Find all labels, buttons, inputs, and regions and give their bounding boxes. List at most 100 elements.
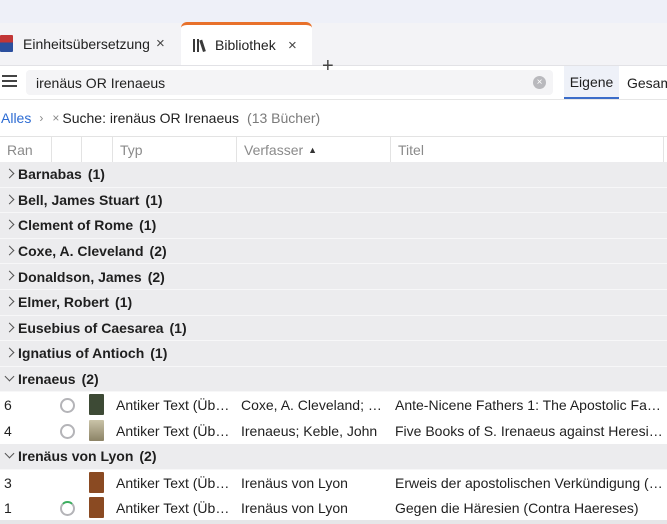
cover-thumbnail (89, 420, 104, 442)
list-item[interactable]: 1 Antiker Text (Übersetzung) Irenäus von… (0, 495, 667, 522)
scope-all-tab[interactable]: Gesam (627, 66, 667, 99)
chevron-right-icon (4, 270, 15, 281)
cover-thumbnail (89, 394, 104, 416)
column-author[interactable]: Verfasser ▲ (237, 137, 391, 163)
breadcrumb-query: Suche: irenäus OR Irenaeus (62, 110, 240, 126)
horizontal-scrollbar[interactable] (0, 520, 667, 524)
chevron-right-icon (4, 194, 15, 205)
group-name: Eusebius of Caesarea (18, 319, 164, 336)
book-icon (0, 35, 13, 52)
item-rank: 1 (4, 500, 12, 517)
item-title: Ante-Nicene Fathers 1: The Apostolic Fat… (395, 397, 663, 414)
scope-own-tab[interactable]: Eigene (564, 66, 619, 99)
group-count: (2) (149, 243, 167, 260)
tab-label: Bibliothek (215, 37, 276, 53)
chevron-right-icon (4, 245, 15, 256)
library-icon (193, 39, 209, 52)
item-rank: 3 (4, 474, 12, 491)
chevron-right-icon (4, 322, 15, 333)
item-type: Antiker Text (Übersetzung) (116, 423, 234, 440)
remove-filter-icon[interactable]: × (52, 111, 59, 125)
group-count: (1) (169, 319, 187, 336)
column-author-label: Verfasser (244, 142, 304, 158)
group-name: Donaldson, James (18, 268, 142, 285)
status-icon (60, 398, 75, 414)
item-type: Antiker Text (Übersetzung) (116, 500, 234, 517)
list-item[interactable]: 3 Antiker Text (Übersetzung) Irenäus von… (0, 469, 667, 496)
tab-einheitsuebersetzung[interactable]: Einheitsübersetzung × (0, 23, 181, 65)
chevron-right-icon (4, 347, 15, 358)
chevron-right-icon (4, 296, 15, 307)
status-icon (60, 501, 75, 517)
group-name: Ignatius of Antioch (18, 345, 145, 362)
item-author: Irenaeus; Keble, John (241, 423, 378, 440)
window-top-strip (0, 0, 667, 23)
chevron-right-icon (4, 219, 15, 230)
item-title: Five Books of S. Irenaeus against Heresi… (395, 423, 663, 440)
group-row[interactable]: Clement of Rome (1) (0, 213, 667, 239)
group-name: Irenäus von Lyon (18, 448, 134, 465)
column-cover[interactable] (82, 137, 113, 163)
chevron-right-icon (4, 168, 15, 179)
group-row[interactable]: Irenäus von Lyon (2) (0, 443, 667, 470)
group-row[interactable]: Irenaeus (2) (0, 366, 667, 393)
group-name: Bell, James Stuart (18, 191, 140, 208)
group-count: (1) (87, 166, 105, 183)
chevron-down-icon (4, 448, 15, 459)
group-row[interactable]: Barnabas (1) (0, 162, 667, 188)
column-title[interactable]: Titel (391, 137, 664, 163)
tab-label: Einheitsübersetzung (23, 36, 150, 52)
item-type: Antiker Text (Übersetzung) (116, 474, 234, 491)
group-name: Clement of Rome (18, 217, 134, 234)
item-rank: 6 (4, 397, 12, 414)
result-count: (13 Bücher) (247, 110, 321, 126)
group-row[interactable]: Elmer, Robert (1) (0, 289, 667, 316)
group-count: (1) (115, 294, 133, 311)
group-count: (2) (147, 268, 165, 285)
group-row[interactable]: Ignatius of Antioch (1) (0, 341, 667, 367)
menu-icon[interactable] (2, 75, 17, 88)
status-icon (60, 424, 75, 440)
list-item[interactable]: 6 Antiker Text (Übersetzung) Coxe, A. Cl… (0, 392, 667, 419)
column-header: Ran Typ Verfasser ▲ Titel (0, 136, 667, 164)
group-count: (2) (139, 448, 157, 465)
column-rank[interactable]: Ran (0, 137, 52, 163)
close-icon[interactable]: × (156, 36, 165, 51)
sort-asc-icon: ▲ (308, 145, 318, 155)
close-icon[interactable]: × (288, 38, 297, 53)
breadcrumb-all-link[interactable]: Alles (1, 110, 31, 126)
column-status[interactable] (52, 137, 82, 163)
search-row: irenäus OR Irenaeus × Eigene Gesam (0, 66, 667, 100)
group-row[interactable]: Bell, James Stuart (1) (0, 187, 667, 214)
group-row[interactable]: Coxe, A. Cleveland (2) (0, 238, 667, 265)
group-count: (1) (150, 345, 168, 362)
cover-thumbnail (89, 497, 104, 519)
tab-bar: Einheitsübersetzung × Bibliothek × + (0, 22, 667, 76)
group-name: Elmer, Robert (18, 294, 110, 311)
list-item[interactable]: 4 Antiker Text (Übersetzung) Irenaeus; K… (0, 418, 667, 444)
item-author: Irenäus von Lyon (241, 500, 348, 517)
group-name: Irenaeus (18, 371, 76, 388)
group-name: Barnabas (18, 166, 82, 183)
search-input[interactable]: irenäus OR Irenaeus × (26, 70, 553, 95)
group-count: (1) (145, 191, 163, 208)
group-row[interactable]: Donaldson, James (2) (0, 264, 667, 290)
results-list: Barnabas (1) Bell, James Stuart (1) Clemen… (0, 162, 667, 522)
chevron-down-icon (4, 371, 15, 382)
item-rank: 4 (4, 423, 12, 440)
item-title: Gegen die Häresien (Contra Haereses) (395, 500, 639, 517)
group-count: (2) (81, 371, 99, 388)
item-author: Irenäus von Lyon (241, 474, 348, 491)
search-query: irenäus OR Irenaeus (36, 75, 166, 91)
item-author: Coxe, A. Cleveland; Roberts (241, 397, 385, 414)
item-type: Antiker Text (Übersetzung) (116, 397, 234, 414)
column-type[interactable]: Typ (113, 137, 237, 163)
item-title: Erweis der apostolischen Verkündigung (D… (395, 474, 663, 491)
cover-thumbnail (89, 471, 104, 493)
tab-bibliothek[interactable]: Bibliothek × (181, 22, 312, 65)
group-name: Coxe, A. Cleveland (18, 243, 144, 260)
breadcrumb: Alles › × Suche: irenäus OR Irenaeus (13… (0, 100, 667, 136)
clear-icon[interactable]: × (533, 76, 546, 89)
group-count: (1) (139, 217, 157, 234)
group-row[interactable]: Eusebius of Caesarea (1) (0, 315, 667, 342)
